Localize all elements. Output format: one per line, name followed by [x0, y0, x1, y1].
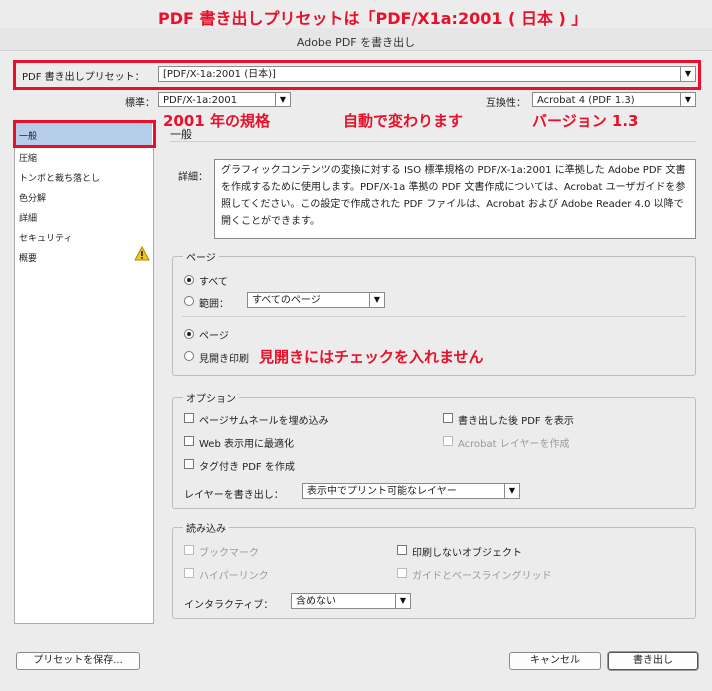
- warning-icon: [134, 246, 150, 261]
- general-highlight-box: [13, 120, 156, 148]
- tagged-pdf-label: タグ付き PDF を作成: [199, 462, 295, 473]
- sidebar-item-security[interactable]: セキュリティ: [19, 231, 72, 244]
- nonprinting-label: 印刷しないオブジェクト: [412, 548, 522, 559]
- top-annotation: PDF 書き出しプリセットは「PDF/X1a:2001 ( 日本 ) 」: [158, 9, 588, 28]
- chevron-down-icon: ▼: [395, 594, 410, 608]
- panel-title-divider: [170, 141, 696, 142]
- description-text[interactable]: グラフィックコンテンツの変換に対する ISO 標準規格の PDF/X-1a:20…: [214, 159, 696, 239]
- standard-label: 標準：: [125, 98, 155, 109]
- interactive-value: 含めない: [296, 596, 336, 607]
- embed-thumbnails-checkbox[interactable]: [184, 413, 194, 423]
- preset-select[interactable]: [PDF/X-1a:2001 (日本)] ▼: [158, 66, 696, 82]
- sidebar-item-output[interactable]: 色分解: [19, 191, 46, 204]
- range-radio[interactable]: [184, 296, 194, 306]
- tagged-pdf-checkbox[interactable]: [184, 459, 194, 469]
- web-optimize-label: Web 表示用に最適化: [199, 439, 294, 450]
- standard-value: PDF/X-1a:2001: [163, 95, 238, 106]
- view-after-export-checkbox[interactable]: [443, 413, 453, 423]
- range-value: すべてのページ: [252, 295, 321, 306]
- compat-select[interactable]: Acrobat 4 (PDF 1.3) ▼: [532, 92, 696, 107]
- all-pages-label: すべて: [199, 277, 228, 288]
- embed-thumbnails-label: ページサムネールを埋め込み: [199, 416, 329, 427]
- export-layers-label: レイヤーを書き出し：: [184, 490, 284, 501]
- sidebar-item-advanced[interactable]: 詳細: [19, 211, 37, 224]
- cancel-button[interactable]: キャンセル: [509, 652, 601, 670]
- preset-label: PDF 書き出しプリセット：: [22, 72, 145, 83]
- spreads-radio[interactable]: [184, 351, 194, 361]
- compat-value: Acrobat 4 (PDF 1.3): [537, 95, 635, 106]
- interactive-select[interactable]: 含めない ▼: [291, 593, 411, 609]
- nonprinting-checkbox[interactable]: [397, 545, 407, 555]
- standard-select[interactable]: PDF/X-1a:2001 ▼: [158, 92, 291, 107]
- compat-label: 互換性：: [486, 98, 526, 109]
- acrobat-layers-label: Acrobat レイヤーを作成: [458, 439, 570, 450]
- version-annotation: バージョン 1.3: [532, 112, 639, 130]
- preset-value: [PDF/X-1a:2001 (日本)]: [163, 69, 276, 80]
- window-title: Adobe PDF を書き出し: [296, 36, 416, 49]
- spread-annotation: 見開きにはチェックを入れません: [259, 348, 484, 366]
- chevron-down-icon: ▼: [275, 93, 290, 106]
- chevron-down-icon: ▼: [680, 67, 695, 81]
- sidebar-item-marks-bleeds[interactable]: トンボと裁ち落とし: [19, 171, 100, 184]
- panel-title: 一般: [170, 128, 192, 141]
- options-group-title: オプション: [183, 390, 239, 405]
- spreads-label: 見開き印刷: [199, 354, 249, 365]
- save-preset-button[interactable]: プリセットを保存...: [16, 652, 140, 670]
- auto-annotation: 自動で変わります: [343, 112, 464, 130]
- pages-group-title: ページ: [183, 249, 219, 264]
- range-select[interactable]: すべてのページ ▼: [247, 292, 385, 308]
- web-optimize-checkbox[interactable]: [184, 436, 194, 446]
- range-label: 範囲：: [199, 299, 229, 310]
- pages-divider: [182, 316, 686, 317]
- description-label: 詳細：: [178, 172, 208, 183]
- pages-radio[interactable]: [184, 329, 194, 339]
- chevron-down-icon: ▼: [504, 484, 519, 498]
- export-layers-select[interactable]: 表示中でプリント可能なレイヤー ▼: [302, 483, 520, 499]
- guides-grids-checkbox: [397, 568, 407, 578]
- bookmarks-checkbox: [184, 545, 194, 555]
- hyperlinks-label: ハイパーリンク: [199, 571, 269, 582]
- export-button[interactable]: 書き出し: [608, 652, 698, 670]
- sidebar-item-summary[interactable]: 概要: [19, 251, 37, 264]
- sidebar: 一般 圧縮 トンボと裁ち落とし 色分解 詳細 セキュリティ 概要: [14, 120, 154, 624]
- sidebar-item-compression[interactable]: 圧縮: [19, 151, 37, 164]
- include-group-title: 読み込み: [183, 520, 229, 535]
- pages-label: ページ: [199, 331, 229, 342]
- all-pages-radio[interactable]: [184, 275, 194, 285]
- chevron-down-icon: ▼: [680, 93, 695, 106]
- guides-grids-label: ガイドとベースライングリッド: [412, 571, 552, 582]
- bookmarks-label: ブックマーク: [199, 548, 259, 559]
- interactive-label: インタラクティブ：: [184, 600, 274, 611]
- hyperlinks-checkbox: [184, 568, 194, 578]
- view-after-export-label: 書き出した後 PDF を表示: [458, 416, 574, 427]
- export-layers-value: 表示中でプリント可能なレイヤー: [307, 486, 457, 497]
- chevron-down-icon: ▼: [369, 293, 384, 307]
- acrobat-layers-checkbox: [443, 436, 453, 446]
